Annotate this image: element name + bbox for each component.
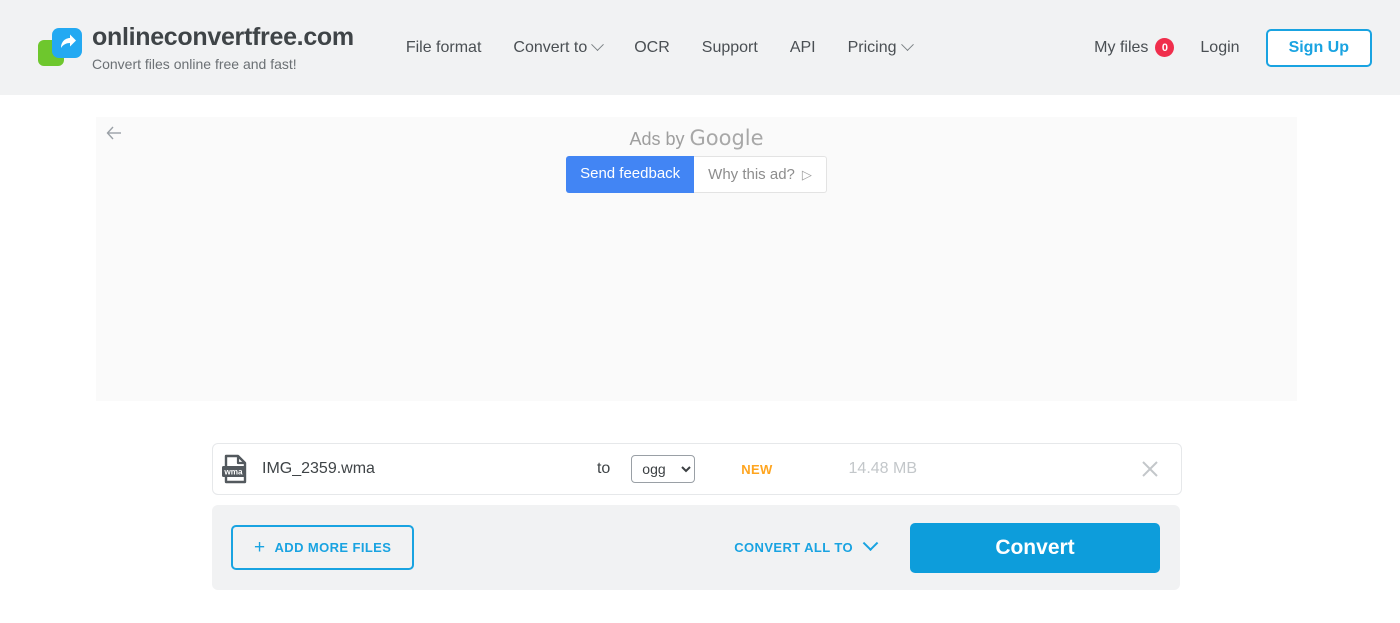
nav-label: Support — [701, 38, 758, 56]
brand-title: onlineconvertfree.com — [92, 23, 354, 51]
main-navigation: File format Convert to OCR Support API P… — [406, 38, 914, 57]
nav-label: API — [789, 38, 816, 56]
wma-document-icon: wma — [222, 454, 247, 484]
file-size-label: 14.48 MB — [848, 460, 917, 477]
advertisement-panel: Ads by Google Send feedback Why this ad?… — [96, 117, 1297, 401]
my-files-count-badge: 0 — [1155, 38, 1175, 57]
add-more-files-label: ADD MORE FILES — [274, 540, 392, 555]
signup-button[interactable]: Sign Up — [1265, 28, 1372, 67]
ads-by-google-label: Ads by Google — [96, 126, 1297, 150]
my-files-label: My files — [1094, 38, 1149, 56]
nav-item-api[interactable]: API — [790, 39, 816, 57]
chevron-down-icon — [900, 38, 914, 52]
add-more-files-button[interactable]: + ADD MORE FILES — [231, 525, 415, 570]
site-logo — [38, 28, 82, 68]
nav-label: OCR — [634, 38, 670, 56]
my-files-link[interactable]: My files 0 — [1094, 38, 1175, 57]
brand-logo-link[interactable]: onlineconvertfree.com Convert files onli… — [38, 22, 354, 73]
chevron-down-icon — [862, 535, 879, 552]
to-label: to — [596, 460, 611, 477]
logo-arrow-icon — [61, 34, 76, 48]
convert-button[interactable]: Convert — [910, 522, 1160, 573]
new-badge: NEW — [741, 461, 773, 477]
nav-item-support[interactable]: Support — [702, 39, 758, 57]
nav-item-pricing[interactable]: Pricing — [847, 38, 914, 57]
why-this-ad-button[interactable]: Why this ad? ▷ — [694, 156, 827, 193]
nav-label: Convert to — [513, 38, 588, 56]
file-row: wma IMG_2359.wma to ogg NEW 14.48 MB — [212, 443, 1182, 495]
convert-all-to-dropdown[interactable]: CONVERT ALL TO — [734, 535, 879, 555]
send-feedback-button[interactable]: Send feedback — [566, 156, 695, 193]
convert-all-to-label: CONVERT ALL TO — [734, 540, 853, 555]
nav-item-convert-to[interactable]: Convert to — [513, 38, 605, 57]
site-header: onlineconvertfree.com Convert files onli… — [0, 0, 1400, 95]
nav-label: File format — [405, 38, 482, 56]
nav-item-file-format[interactable]: File format — [406, 39, 482, 57]
header-account-area: My files 0 Login Sign Up — [1094, 0, 1372, 95]
file-type-icon: wma — [221, 453, 251, 485]
brand-tagline: Convert files online free and fast! — [92, 56, 297, 72]
ad-feedback-buttons: Send feedback Why this ad? ▷ — [96, 156, 1297, 193]
remove-file-close-icon[interactable] — [1139, 458, 1161, 480]
file-extension-text: wma — [223, 467, 243, 476]
login-link[interactable]: Login — [1200, 39, 1239, 57]
file-name-label: IMG_2359.wma — [262, 460, 375, 477]
chevron-down-icon — [591, 38, 605, 52]
ads-by-prefix: Ads by — [629, 129, 690, 149]
action-bar: + ADD MORE FILES CONVERT ALL TO Convert — [212, 505, 1180, 590]
why-this-ad-label: Why this ad? — [708, 166, 795, 183]
nav-item-ocr[interactable]: OCR — [634, 39, 670, 57]
target-format-select[interactable]: ogg — [631, 455, 696, 483]
plus-icon: + — [254, 537, 266, 558]
play-triangle-icon: ▷ — [801, 166, 812, 182]
nav-label: Pricing — [847, 38, 897, 56]
google-wordmark: Google — [689, 126, 764, 150]
